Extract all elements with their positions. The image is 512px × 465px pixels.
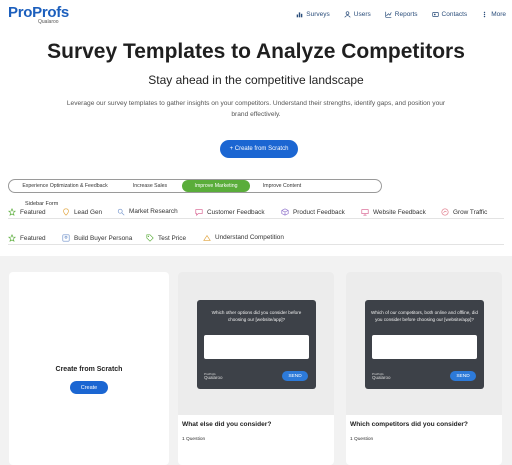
location-pin-icon	[63, 208, 69, 216]
powered-by-logo: ProProfs Qualaroo	[204, 372, 223, 380]
scratch-card-title: Create from Scratch	[55, 366, 123, 373]
preview-question: Which of our competitors, both online an…	[371, 310, 478, 322]
people-icon	[203, 234, 211, 241]
nav-more[interactable]: More	[481, 11, 506, 18]
subtabs-divider	[8, 244, 504, 245]
template-preview-area: Which of our competitors, both online an…	[346, 272, 502, 415]
nav-reports[interactable]: Reports	[385, 11, 418, 18]
tab-customer-feedback-label: Customer Feedback	[207, 208, 265, 216]
template-question-count: 1 Question	[182, 437, 206, 442]
subtab-understand-competition-label: Understand Competition	[215, 234, 284, 241]
nav-more-label: More	[491, 11, 506, 18]
tab-website-feedback[interactable]: Website Feedback	[361, 205, 426, 219]
preview-send-button: SEND	[450, 371, 476, 381]
category-experience-optimization[interactable]: Experience Optimization & Feedback	[15, 180, 115, 192]
template-question-count: 1 Question	[350, 437, 374, 442]
page-title: Survey Templates to Analyze Competitors	[47, 40, 465, 63]
nav-surveys[interactable]: Surveys	[296, 11, 330, 18]
nav-surveys-label: Surveys	[306, 11, 330, 18]
chat-bubble-icon	[195, 209, 203, 216]
powered-by-logo: ProProfs Qualaroo	[372, 372, 391, 380]
search-icon	[117, 208, 125, 215]
preview-send-button: SEND	[282, 371, 308, 381]
subtab-build-buyer-persona-label: Build Buyer Persona	[74, 234, 133, 242]
subtab-test-price-label: Test Price	[158, 234, 187, 242]
price-tag-icon	[146, 234, 154, 242]
subtab-build-buyer-persona[interactable]: Build Buyer Persona	[62, 231, 132, 245]
tab-lead-gen[interactable]: Lead Gen	[62, 205, 102, 219]
powered-by-product: Qualaroo	[204, 375, 223, 380]
tab-product-feedback[interactable]: Product Feedback	[281, 205, 345, 219]
create-from-scratch-card[interactable]: Create from Scratch Create	[9, 272, 169, 465]
template-title[interactable]: What else did you consider?	[182, 421, 271, 428]
tab-featured[interactable]: Featured	[8, 205, 46, 219]
powered-by-product: Qualaroo	[372, 375, 391, 380]
tab-grow-traffic-label: Grow Traffic	[453, 208, 488, 216]
top-navigation-bar: ProProfs Qualaroo Surveys Users Reports …	[0, 0, 512, 30]
template-card[interactable]: Which other options did you consider bef…	[178, 272, 334, 465]
tab-market-research[interactable]: Market Research	[117, 205, 178, 219]
survey-preview-widget: Which of our competitors, both online an…	[365, 300, 484, 389]
nav-contacts[interactable]: Contacts	[431, 11, 468, 18]
user-icon	[344, 11, 351, 18]
nav-users[interactable]: Users	[344, 11, 371, 18]
tab-grow-traffic[interactable]: Grow Traffic	[441, 205, 487, 219]
subtab-understand-competition[interactable]: Understand Competition	[203, 231, 284, 245]
use-case-tabs: Sidebar Form Featured Lead Gen Market Re…	[0, 201, 512, 223]
preview-answer-box	[372, 335, 477, 359]
template-preview-area: Which other options did you consider bef…	[178, 272, 334, 415]
tab-website-feedback-label: Website Feedback	[373, 208, 426, 216]
category-improve-marketing[interactable]: Improve Marketing	[182, 180, 250, 192]
proprofs-logo[interactable]: ProProfs Qualaroo	[8, 5, 69, 25]
tab-product-feedback-label: Product Feedback	[293, 208, 345, 216]
subtab-featured-label: Featured	[20, 234, 46, 242]
tab-lead-gen-label: Lead Gen	[74, 208, 103, 216]
tab-market-research-label: Market Research	[129, 208, 178, 215]
trend-icon	[441, 208, 449, 216]
page-description: Leverage our survey templates to gather …	[66, 100, 446, 118]
chart-icon	[296, 12, 303, 18]
template-title[interactable]: Which competitors did you consider?	[350, 421, 468, 428]
nav-contacts-label: Contacts	[441, 11, 468, 18]
category-switcher: Experience Optimization & Feedback Incre…	[8, 179, 382, 193]
bar-chart-icon	[385, 11, 392, 18]
contact-icon	[431, 12, 439, 17]
tab-featured-label: Featured	[20, 208, 46, 216]
page-subtitle: Stay ahead in the competitive landscape	[148, 73, 364, 87]
star-icon	[8, 208, 16, 216]
category-improve-content[interactable]: Improve Content	[253, 180, 311, 192]
logo-name-a: Pro	[8, 4, 33, 21]
main-nav: Surveys Users Reports Contacts More	[296, 11, 506, 18]
template-card[interactable]: Which of our competitors, both online an…	[346, 272, 502, 465]
subtab-featured[interactable]: Featured	[8, 231, 46, 245]
category-increase-sales[interactable]: Increase Sales	[119, 180, 181, 192]
monitor-icon	[361, 209, 369, 216]
create-from-scratch-button[interactable]: + Create from Scratch	[220, 140, 298, 158]
subtab-test-price[interactable]: Test Price	[146, 231, 186, 245]
create-button[interactable]: Create	[70, 381, 108, 394]
star-icon	[8, 234, 16, 242]
more-icon	[483, 11, 486, 18]
survey-preview-widget: Which other options did you consider bef…	[197, 300, 316, 389]
tabs-divider	[8, 218, 504, 219]
persona-icon	[62, 234, 70, 242]
logo-text: ProProfs	[8, 5, 69, 20]
box-icon	[281, 208, 289, 216]
tab-customer-feedback[interactable]: Customer Feedback	[195, 205, 265, 219]
nav-users-label: Users	[353, 11, 371, 18]
preview-question: Which other options did you consider bef…	[211, 310, 302, 322]
preview-answer-box	[204, 335, 309, 359]
nav-reports-label: Reports	[394, 11, 418, 18]
